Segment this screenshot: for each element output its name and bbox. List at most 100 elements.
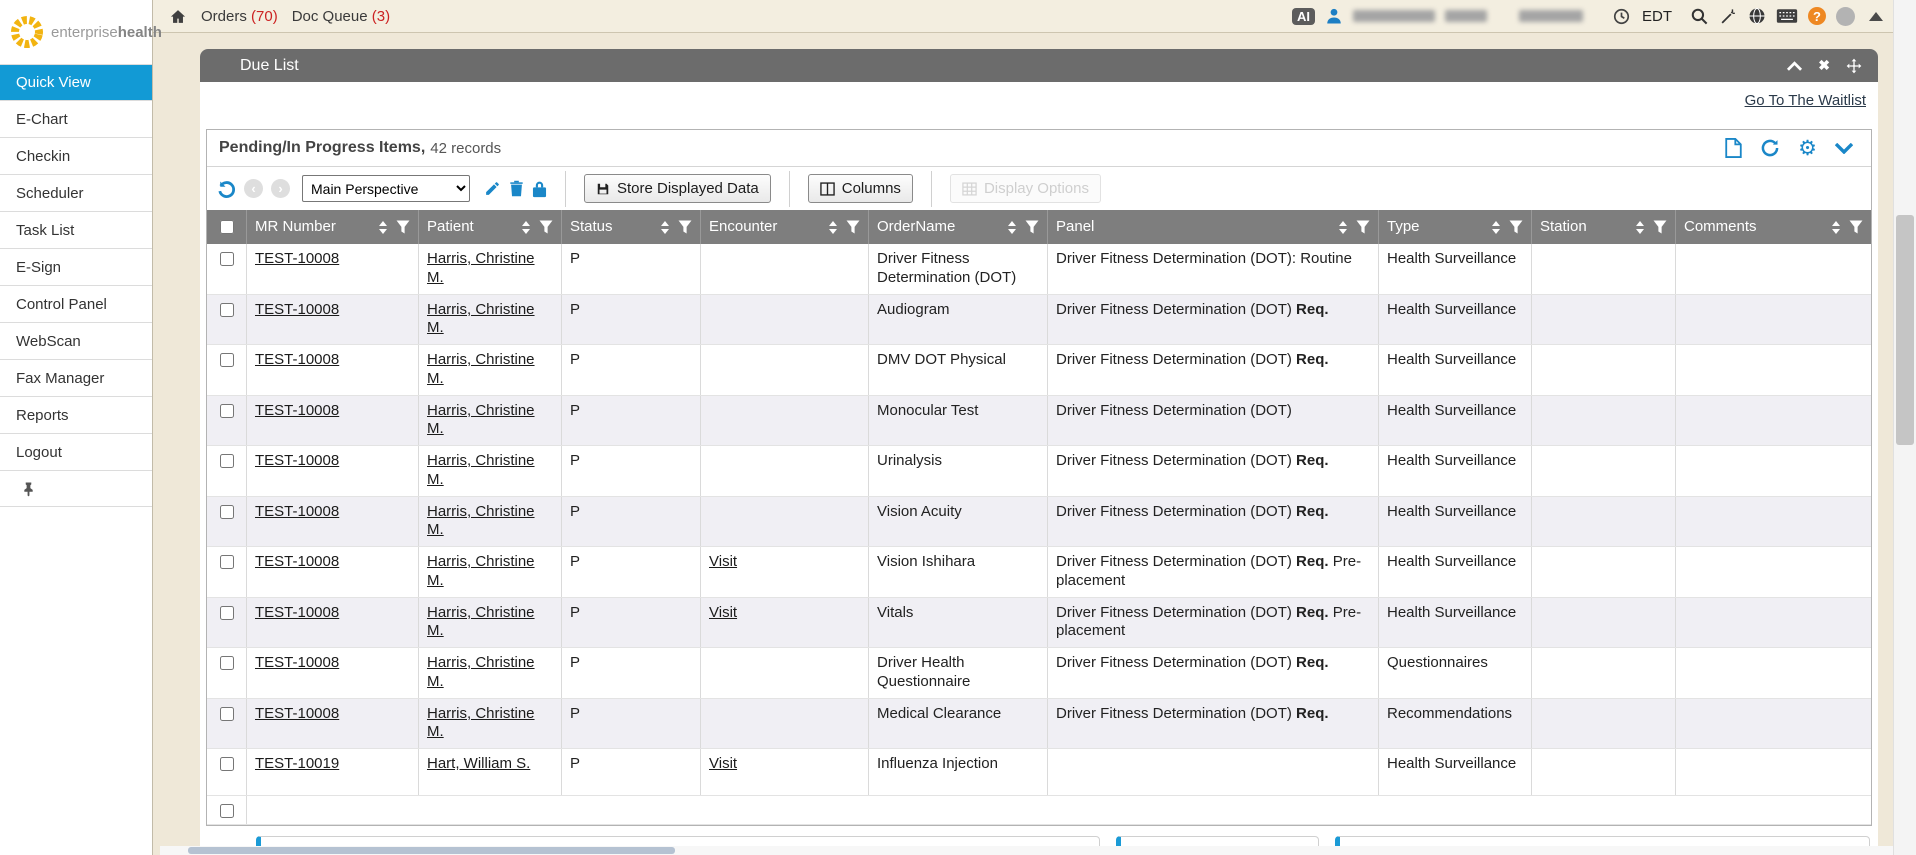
patient-link[interactable]: Harris, Christine M. (427, 402, 535, 438)
row-checkbox[interactable] (220, 555, 234, 569)
undo-icon[interactable] (215, 178, 236, 199)
row-checkbox[interactable] (220, 353, 234, 367)
lock-icon[interactable] (532, 180, 547, 198)
patient-link[interactable]: Harris, Christine M. (427, 553, 535, 589)
sort-icon[interactable] (1339, 221, 1347, 234)
wand-icon[interactable] (1719, 7, 1738, 26)
patient-link[interactable]: Harris, Christine M. (427, 503, 535, 539)
columns-button[interactable]: Columns (808, 174, 913, 203)
filter-icon[interactable] (1025, 220, 1039, 234)
user-icon[interactable] (1325, 7, 1343, 25)
sidebar-item-control-panel[interactable]: Control Panel (0, 286, 152, 323)
sort-icon[interactable] (379, 221, 387, 234)
move-icon[interactable] (1846, 58, 1862, 74)
mr-number-link[interactable]: TEST-10008 (255, 654, 339, 671)
sidebar-item-e-sign[interactable]: E-Sign (0, 249, 152, 286)
keyboard-icon[interactable] (1776, 8, 1798, 24)
sort-icon[interactable] (829, 221, 837, 234)
sidebar-item-checkin[interactable]: Checkin (0, 138, 152, 175)
edit-perspective-icon[interactable] (484, 180, 501, 197)
filter-icon[interactable] (678, 220, 692, 234)
filter-icon[interactable] (1849, 220, 1863, 234)
refresh-icon[interactable] (1760, 138, 1780, 158)
row-checkbox[interactable] (220, 757, 234, 771)
sidebar-pin-button[interactable] (0, 471, 152, 507)
sort-icon[interactable] (1492, 221, 1500, 234)
horizontal-scrollbar[interactable] (160, 846, 1893, 855)
mr-number-link[interactable]: TEST-10008 (255, 250, 339, 267)
sort-icon[interactable] (1636, 221, 1644, 234)
ai-badge[interactable]: AI (1292, 8, 1315, 25)
mr-number-link[interactable]: TEST-10008 (255, 351, 339, 368)
row-checkbox[interactable] (220, 505, 234, 519)
nav-doc-queue[interactable]: Doc Queue (3) (292, 8, 390, 25)
back-icon[interactable]: ‹ (244, 179, 263, 198)
row-checkbox[interactable] (220, 606, 234, 620)
mr-number-link[interactable]: TEST-10008 (255, 452, 339, 469)
row-checkbox[interactable] (220, 656, 234, 670)
filter-icon[interactable] (1356, 220, 1370, 234)
new-page-icon[interactable] (1725, 138, 1742, 158)
sort-icon[interactable] (661, 221, 669, 234)
sort-icon[interactable] (1008, 221, 1016, 234)
visit-link[interactable]: Visit (709, 755, 737, 772)
mr-number-link[interactable]: TEST-10008 (255, 503, 339, 520)
avatar[interactable] (1836, 7, 1855, 26)
search-icon[interactable] (1690, 7, 1709, 26)
patient-link[interactable]: Harris, Christine M. (427, 452, 535, 488)
store-displayed-data-button[interactable]: Store Displayed Data (584, 174, 771, 203)
patient-link[interactable]: Harris, Christine M. (427, 654, 535, 690)
timezone-label[interactable]: EDT (1642, 8, 1672, 25)
row-checkbox[interactable] (220, 303, 234, 317)
mr-number-link[interactable]: TEST-10008 (255, 705, 339, 722)
filter-icon[interactable] (396, 220, 410, 234)
sidebar-item-reports[interactable]: Reports (0, 397, 152, 434)
patient-link[interactable]: Hart, William S. (427, 755, 530, 772)
sidebar-item-webscan[interactable]: WebScan (0, 323, 152, 360)
sidebar-item-quick-view[interactable]: Quick View (0, 64, 152, 101)
horizontal-scrollbar-thumb[interactable] (188, 847, 675, 854)
patient-link[interactable]: Harris, Christine M. (427, 351, 535, 387)
row-checkbox[interactable] (220, 454, 234, 468)
filter-icon[interactable] (1509, 220, 1523, 234)
nav-orders[interactable]: Orders (70) (201, 8, 278, 25)
forward-icon[interactable]: › (271, 179, 290, 198)
patient-link[interactable]: Harris, Christine M. (427, 705, 535, 741)
filter-icon[interactable] (846, 220, 860, 234)
filter-icon[interactable] (539, 220, 553, 234)
globe-icon[interactable] (1748, 7, 1766, 25)
sort-icon[interactable] (1832, 221, 1840, 234)
visit-link[interactable]: Visit (709, 553, 737, 570)
sidebar-item-scheduler[interactable]: Scheduler (0, 175, 152, 212)
vertical-scrollbar[interactable] (1893, 0, 1916, 855)
patient-link[interactable]: Harris, Christine M. (427, 604, 535, 640)
sidebar-item-logout[interactable]: Logout (0, 434, 152, 471)
sidebar-item-fax-manager[interactable]: Fax Manager (0, 360, 152, 397)
scroll-top-arrow-icon[interactable] (1869, 12, 1883, 21)
home-icon[interactable] (169, 8, 187, 25)
mr-number-link[interactable]: TEST-10008 (255, 553, 339, 570)
help-icon[interactable]: ? (1808, 7, 1826, 25)
visit-link[interactable]: Visit (709, 604, 737, 621)
sidebar-item-e-chart[interactable]: E-Chart (0, 101, 152, 138)
mr-number-link[interactable]: TEST-10008 (255, 301, 339, 318)
sort-icon[interactable] (522, 221, 530, 234)
sidebar-item-task-list[interactable]: Task List (0, 212, 152, 249)
patient-link[interactable]: Harris, Christine M. (427, 250, 535, 286)
mr-number-link[interactable]: TEST-10008 (255, 604, 339, 621)
row-checkbox[interactable] (220, 707, 234, 721)
collapse-icon[interactable] (1787, 61, 1802, 71)
mr-number-link[interactable]: TEST-10008 (255, 402, 339, 419)
mr-number-link[interactable]: TEST-10019 (255, 755, 339, 772)
row-checkbox[interactable] (220, 252, 234, 266)
row-checkbox[interactable] (220, 404, 234, 418)
footer-row-checkbox[interactable] (220, 804, 234, 818)
patient-link[interactable]: Harris, Christine M. (427, 301, 535, 337)
gear-icon[interactable]: ⚙ (1798, 138, 1817, 159)
chevron-down-icon[interactable] (1835, 143, 1853, 154)
go-to-waitlist-link[interactable]: Go To The Waitlist (1745, 92, 1866, 109)
filter-icon[interactable] (1653, 220, 1667, 234)
perspective-select[interactable]: Main Perspective (302, 175, 470, 202)
close-icon[interactable]: ✖ (1818, 57, 1830, 74)
delete-perspective-icon[interactable] (509, 180, 524, 197)
